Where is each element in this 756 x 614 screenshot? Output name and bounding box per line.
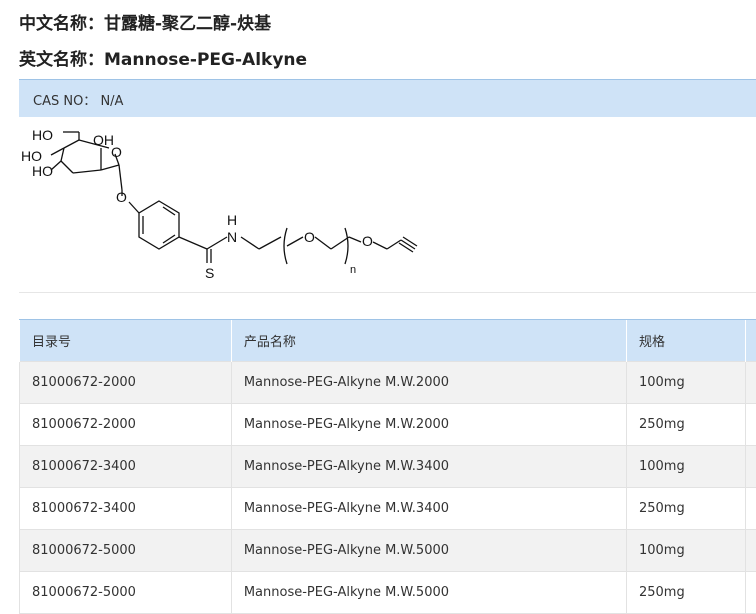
column-header-extra	[745, 320, 756, 362]
structure-panel: HO OH HO O HO O H N S O O n	[19, 118, 756, 293]
cas-number: CAS NO： N/A	[33, 90, 123, 109]
atom-label: HO	[32, 127, 53, 143]
cas-value: N/A	[100, 94, 123, 109]
english-name-title: 英文名称：Mannose-PEG-Alkyne	[19, 45, 307, 70]
extra-cell	[745, 404, 756, 446]
spec: 100mg	[626, 362, 745, 404]
catalog-number: 81000672-3400	[20, 446, 232, 488]
english-name-value: Mannose-PEG-Alkyne	[104, 50, 307, 70]
extra-cell	[745, 572, 756, 614]
catalog-number: 81000672-3400	[20, 488, 232, 530]
atom-label: O	[116, 189, 127, 205]
english-name-label: 英文名称：	[19, 50, 104, 70]
spec: 250mg	[626, 404, 745, 446]
table-row: 81000672-5000 Mannose-PEG-Alkyne M.W.500…	[20, 572, 756, 614]
column-header-catalog: 目录号	[20, 320, 232, 362]
chinese-name-title: 中文名称：甘露糖-聚乙二醇-炔基	[19, 9, 271, 34]
table-row: 81000672-3400 Mannose-PEG-Alkyne M.W.340…	[20, 446, 756, 488]
atom-label: HO	[32, 163, 53, 179]
atom-label: HO	[21, 148, 42, 164]
spec: 250mg	[626, 488, 745, 530]
extra-cell	[745, 446, 756, 488]
product-name: Mannose-PEG-Alkyne M.W.5000	[231, 572, 626, 614]
spec: 100mg	[626, 446, 745, 488]
product-name: Mannose-PEG-Alkyne M.W.2000	[231, 404, 626, 446]
product-name: Mannose-PEG-Alkyne M.W.3400	[231, 446, 626, 488]
atom-label: O	[304, 229, 315, 245]
catalog-number: 81000672-5000	[20, 572, 232, 614]
table-row: 81000672-2000 Mannose-PEG-Alkyne M.W.200…	[20, 362, 756, 404]
cas-bar: CAS NO： N/A	[19, 79, 756, 117]
chinese-name-value: 甘露糖-聚乙二醇-炔基	[104, 14, 271, 34]
atom-label: n	[350, 264, 356, 276]
catalog-number: 81000672-5000	[20, 530, 232, 572]
chinese-name-label: 中文名称：	[19, 14, 104, 34]
column-header-product-name: 产品名称	[231, 320, 626, 362]
column-header-spec: 规格	[626, 320, 745, 362]
product-name: Mannose-PEG-Alkyne M.W.2000	[231, 362, 626, 404]
table-row: 81000672-3400 Mannose-PEG-Alkyne M.W.340…	[20, 488, 756, 530]
product-name: Mannose-PEG-Alkyne M.W.5000	[231, 530, 626, 572]
atom-label: S	[205, 265, 214, 281]
cas-label: CAS NO：	[33, 94, 96, 109]
chemical-structure-image: HO OH HO O HO O H N S O O n	[19, 118, 439, 290]
table-row: 81000672-5000 Mannose-PEG-Alkyne M.W.500…	[20, 530, 756, 572]
catalog-number: 81000672-2000	[20, 404, 232, 446]
spec: 250mg	[626, 572, 745, 614]
table-header-row: 目录号 产品名称 规格	[20, 320, 756, 362]
table-row: 81000672-2000 Mannose-PEG-Alkyne M.W.200…	[20, 404, 756, 446]
product-table: 目录号 产品名称 规格 81000672-2000 Mannose-PEG-Al…	[19, 319, 756, 614]
extra-cell	[745, 362, 756, 404]
extra-cell	[745, 488, 756, 530]
atom-label: H	[227, 212, 237, 228]
atom-label: O	[111, 144, 122, 160]
catalog-number: 81000672-2000	[20, 362, 232, 404]
spec: 100mg	[626, 530, 745, 572]
atom-label: N	[227, 229, 237, 245]
atom-label: O	[362, 233, 373, 249]
product-name: Mannose-PEG-Alkyne M.W.3400	[231, 488, 626, 530]
extra-cell	[745, 530, 756, 572]
